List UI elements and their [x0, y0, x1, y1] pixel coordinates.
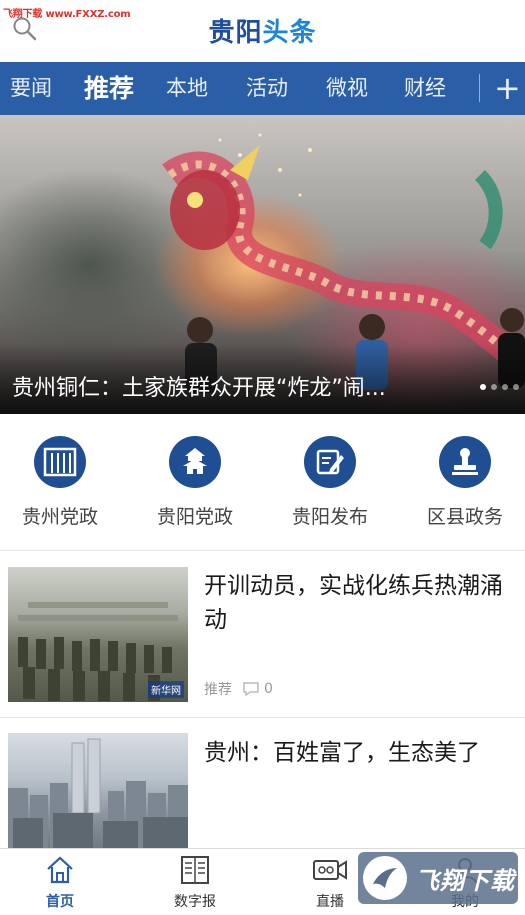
news-meta: 推荐 0 [204, 679, 273, 699]
carousel-indicator [480, 384, 519, 390]
building-columns-icon [34, 436, 86, 488]
news-title[interactable]: 贵州：百姓富了，生态美了 [204, 736, 514, 770]
news-item[interactable]: 贵州：百姓富了，生态美了 [0, 718, 525, 848]
quick-entry-label: 贵阳党政 [156, 506, 233, 528]
site-logo-text: 飞翔下载 [415, 866, 515, 895]
quick-entry-label: 贵州党政 [21, 506, 98, 528]
tab-tuijian[interactable]: 推荐 [84, 62, 134, 115]
carousel-dot [513, 384, 519, 390]
quick-entries: 贵州党政 贵阳党政 贵阳发布 区县政务 [0, 414, 525, 550]
news-tag: 推荐 [204, 682, 232, 698]
news-thumbnail [8, 733, 188, 848]
quick-entry-label: 区县政务 [426, 506, 503, 528]
nav-label: 首页 [46, 894, 74, 910]
quick-entry-guizhou-dangzheng[interactable]: 贵州党政 [5, 436, 115, 529]
comment-count: 0 [264, 681, 273, 697]
tab-divider [479, 74, 480, 102]
add-channel-icon[interactable]: + [494, 68, 521, 108]
carousel-dot [502, 384, 508, 390]
city-skyline-image [8, 738, 188, 848]
tab-yaowen[interactable]: 要闻 [10, 62, 52, 115]
site-watermark-logo: 飞翔下载 [358, 852, 518, 904]
news-title[interactable]: 开训动员，实战化练兵热潮涌动 [204, 569, 514, 637]
channel-tabs: 要闻 推荐 本地 活动 微视 财经 + [0, 62, 525, 115]
logo-text-part2: 头条 [262, 18, 317, 48]
quick-entry-label: 贵阳发布 [291, 506, 368, 528]
tab-caijing[interactable]: 财经 [404, 62, 446, 115]
app-logo: 贵阳头条 [0, 12, 525, 49]
newspaper-icon [181, 856, 209, 884]
nav-label: 数字报 [174, 894, 216, 910]
news-item[interactable]: 新华网 开训动员，实战化练兵热潮涌动 推荐 0 [0, 551, 525, 717]
headline-carousel[interactable]: 贵州铜仁：土家族群众开展“炸龙”闹... [0, 115, 525, 414]
video-camera-icon [313, 860, 347, 880]
quick-entry-guiyang-fabu[interactable]: 贵阳发布 [275, 436, 385, 529]
tab-weishi[interactable]: 微视 [326, 62, 368, 115]
logo-text-part1: 贵阳 [208, 18, 263, 48]
news-thumbnail: 新华网 [8, 567, 188, 702]
carousel-dot [491, 384, 497, 390]
pagoda-icon [169, 436, 221, 488]
carousel-dot [480, 384, 486, 390]
home-icon [47, 856, 73, 884]
quick-entry-quxian-zhengwu[interactable]: 区县政务 [410, 436, 520, 529]
tab-huodong[interactable]: 活动 [246, 62, 288, 115]
thumbnail-watermark: 新华网 [148, 681, 184, 698]
stamp-icon [439, 436, 491, 488]
nav-home[interactable]: 首页 [15, 855, 105, 911]
banner-caption[interactable]: 贵州铜仁：土家族群众开展“炸龙”闹... [12, 370, 462, 402]
app-header: 飞翔下载 www.FXXZ.com 贵阳头条 [0, 0, 525, 62]
comment-icon [243, 682, 259, 697]
nav-digital-paper[interactable]: 数字报 [150, 855, 240, 911]
quick-entry-guiyang-dangzheng[interactable]: 贵阳党政 [140, 436, 250, 529]
document-pen-icon [304, 436, 356, 488]
tab-bendi[interactable]: 本地 [166, 62, 208, 115]
site-logo-mark-icon [363, 856, 407, 900]
